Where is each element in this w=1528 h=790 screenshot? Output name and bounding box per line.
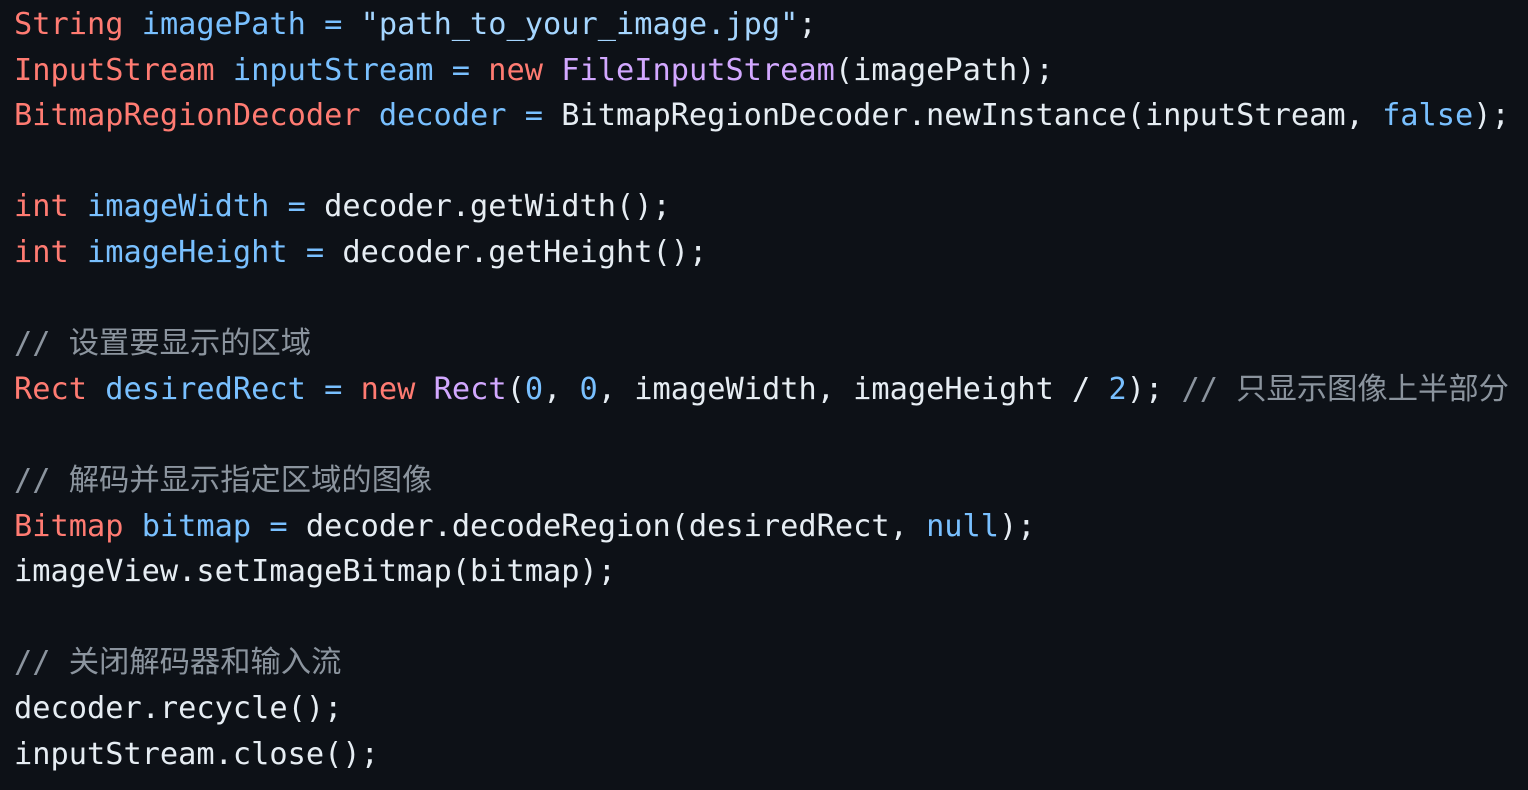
code-token: );: [1126, 371, 1182, 407]
code-line: imageView.setImageBitmap(bitmap);: [14, 549, 1528, 595]
code-token: , imageWidth, imageHeight /: [597, 371, 1109, 407]
code-comment: // 只显示图像上半部分: [1181, 371, 1509, 407]
code-token: ;: [798, 7, 817, 42]
code-line: int imageHeight = decoder.getHeight();: [14, 230, 1528, 276]
code-token: new: [360, 371, 416, 407]
code-token: FileInputStream: [561, 52, 835, 88]
code-comment: // 设置要显示的区域: [14, 326, 312, 362]
code-line: inputStream.close();: [14, 732, 1528, 778]
code-token: int: [14, 234, 69, 270]
code-token: decoder.decodeRegion(desiredRect,: [305, 508, 927, 544]
code-token: (: [506, 371, 525, 407]
code-token: decoder.recycle();: [14, 690, 343, 726]
code-comment: // 解码并显示指定区域的图像: [14, 462, 433, 498]
code-line: // 关闭解码器和输入流: [14, 640, 1528, 686]
code-token: imagePath: [141, 7, 306, 42]
code-comment: // 关闭解码器和输入流: [14, 645, 342, 681]
code-line: Rect desiredRect = new Rect(0, 0, imageW…: [14, 367, 1528, 413]
code-token: =: [433, 52, 489, 88]
code-token: Bitmap: [14, 508, 124, 544]
code-token: int: [14, 189, 69, 225]
code-token: desiredRect: [105, 371, 306, 407]
code-token: );: [999, 508, 1036, 544]
code-token: 0: [579, 371, 598, 407]
code-token: =: [506, 98, 562, 134]
code-token: new: [488, 52, 544, 88]
code-token: =: [251, 508, 306, 544]
code-token: 2: [1108, 371, 1127, 407]
code-token: 0: [524, 371, 544, 407]
code-line: String imagePath = "path_to_your_image.j…: [14, 2, 1528, 48]
code-token: "path_to_your_image.jpg": [360, 7, 799, 42]
code-token: (imagePath);: [834, 52, 1054, 88]
code-token: BitmapRegionDecoder.newInstance(inputStr…: [561, 98, 1383, 134]
code-token: =: [269, 189, 325, 225]
code-line: int imageWidth = decoder.getWidth();: [14, 184, 1528, 230]
code-line: decoder.recycle();: [14, 686, 1528, 732]
code-token: decoder: [378, 98, 507, 134]
code-line: // 解码并显示指定区域的图像: [14, 458, 1528, 504]
code-token: BitmapRegionDecoder: [14, 98, 361, 134]
code-token: String: [14, 7, 124, 42]
code-token: imageWidth: [86, 189, 270, 225]
code-token: InputStream: [14, 52, 215, 88]
code-token: imageView.setImageBitmap(bitmap);: [14, 554, 616, 590]
code-token: decoder.getWidth();: [324, 189, 671, 225]
code-token: =: [305, 371, 361, 407]
code-token: Rect: [433, 371, 507, 407]
code-token: Rect: [14, 371, 87, 407]
code-token: null: [926, 508, 1000, 544]
code-token: false: [1382, 98, 1474, 134]
code-token: inputStream: [232, 52, 434, 88]
code-token: =: [305, 7, 361, 42]
code-block: String imagePath = "path_to_your_image.j…: [0, 0, 1528, 790]
code-line: InputStream inputStream = new FileInputS…: [14, 48, 1528, 94]
code-token: =: [287, 234, 343, 270]
code-token: bitmap: [141, 508, 252, 544]
code-line: Bitmap bitmap = decoder.decodeRegion(des…: [14, 504, 1528, 550]
code-token: inputStream.close();: [14, 736, 379, 772]
code-token: imageHeight: [86, 234, 288, 270]
code-line: // 设置要显示的区域: [14, 321, 1528, 367]
code-token: ,: [543, 371, 580, 407]
code-line: BitmapRegionDecoder decoder = BitmapRegi…: [14, 93, 1528, 139]
code-token: decoder.getHeight();: [342, 234, 708, 270]
code-token: );: [1473, 98, 1510, 134]
